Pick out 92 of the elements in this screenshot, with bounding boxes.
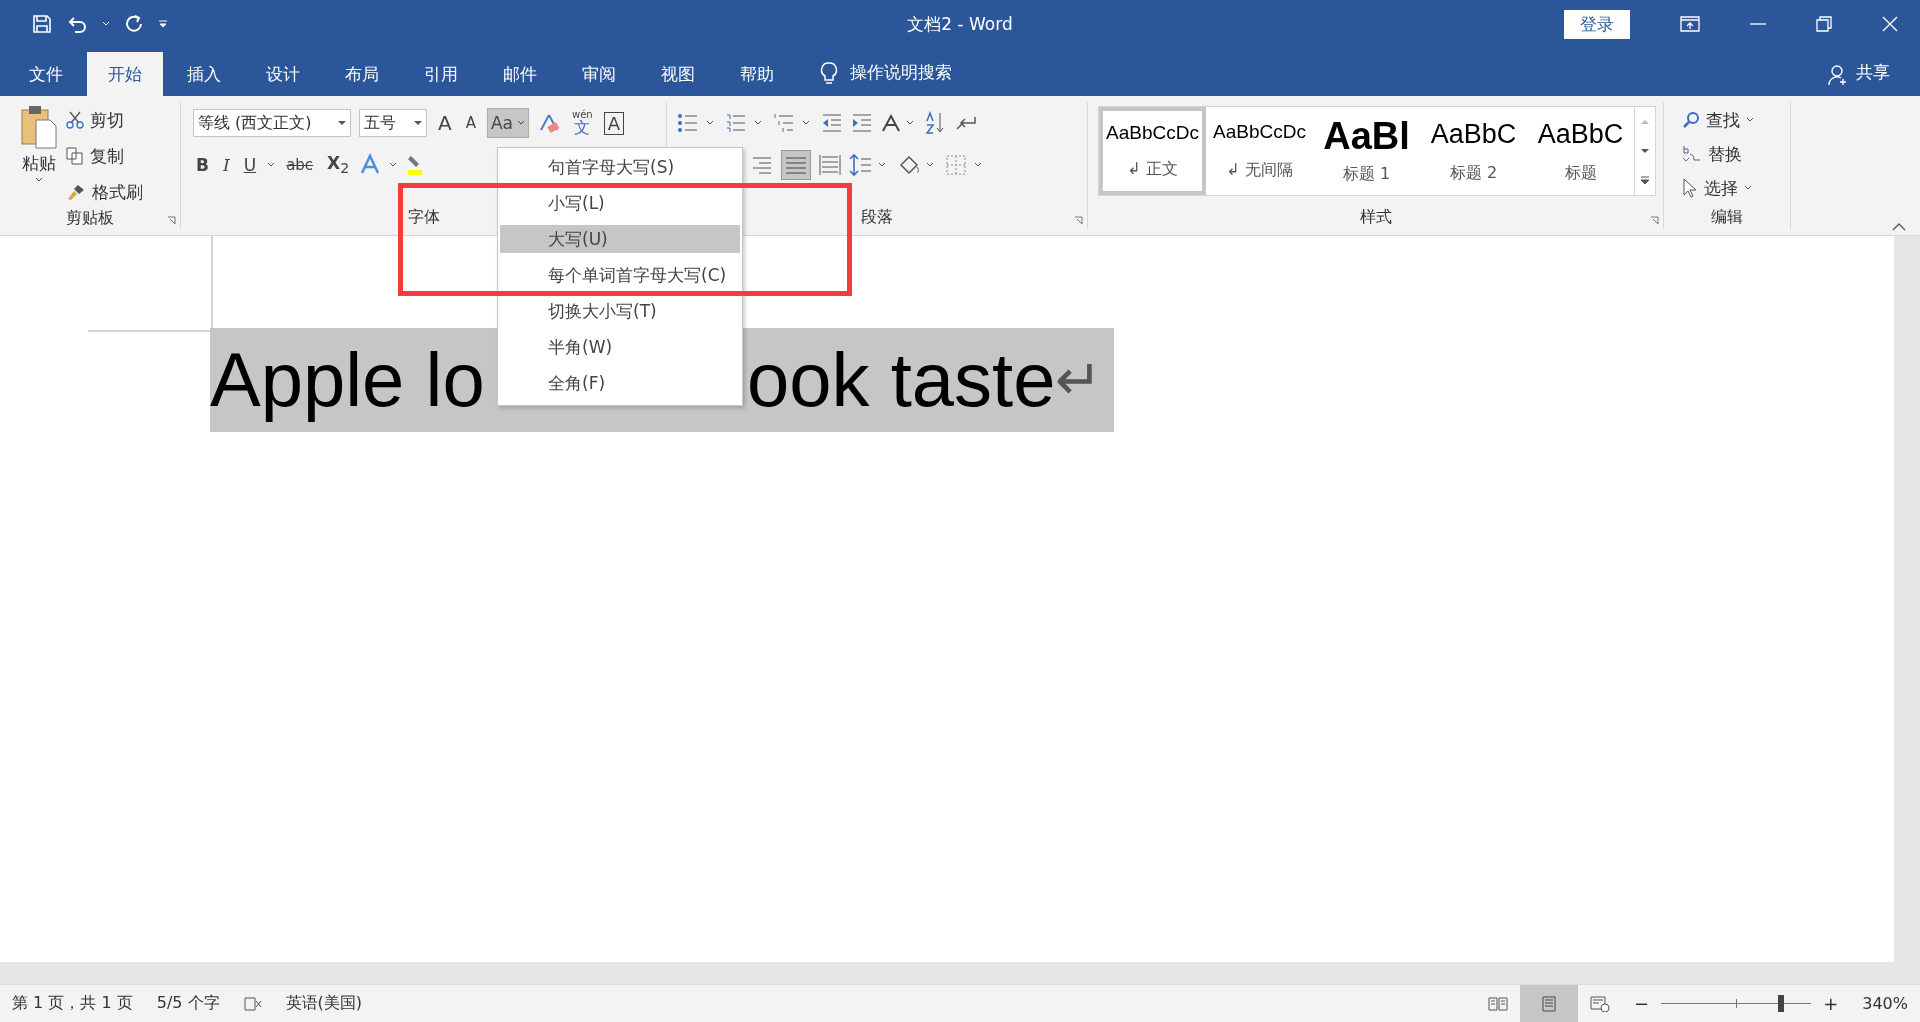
ribbon-tab[interactable]: 插入 xyxy=(166,52,242,96)
replace-icon xyxy=(1682,144,1702,164)
menu-item[interactable]: 小写(L) xyxy=(500,189,740,217)
ribbon-tab[interactable]: 开始 xyxy=(87,52,163,96)
restore-icon[interactable] xyxy=(1816,16,1832,32)
caret-icon xyxy=(35,177,43,183)
redo-icon[interactable] xyxy=(124,14,144,34)
dropdown-arrow-icon xyxy=(338,120,346,126)
strikethrough-button[interactable]: abc xyxy=(283,156,317,174)
tell-me-search[interactable]: 操作说明搜索 xyxy=(850,61,952,84)
ribbon-tab[interactable]: 设计 xyxy=(245,52,321,96)
ribbon-tab[interactable]: 布局 xyxy=(324,52,400,96)
bold-button[interactable]: B xyxy=(193,155,212,175)
dialog-launcher-icon[interactable] xyxy=(1650,216,1659,225)
ribbon-tab[interactable]: 引用 xyxy=(403,52,479,96)
shrink-font-button[interactable]: A xyxy=(462,114,479,132)
caret-icon[interactable] xyxy=(1746,117,1754,123)
undo-icon[interactable] xyxy=(66,14,88,34)
proofing-icon[interactable] xyxy=(243,995,262,1012)
lightbulb-icon xyxy=(820,62,838,86)
subscript-button[interactable]: X$_{2}$ xyxy=(324,153,353,177)
copy-button[interactable]: 复制 xyxy=(90,144,124,168)
group-label: 样式 xyxy=(1359,206,1392,228)
group-label: 剪贴板 xyxy=(66,208,114,229)
zoom-slider[interactable] xyxy=(1778,995,1785,1012)
decrease-indent-icon[interactable] xyxy=(821,113,843,133)
cut-button[interactable]: 剪切 xyxy=(90,108,124,132)
group-label: 编辑 xyxy=(1711,206,1743,228)
underline-button[interactable]: U xyxy=(240,155,260,175)
group-label: 段落 xyxy=(861,206,893,228)
font-name-dropdown[interactable]: 等线 (西文正文) xyxy=(193,109,351,137)
cursor-icon xyxy=(1682,178,1698,198)
dialog-launcher-icon[interactable] xyxy=(1074,216,1083,225)
zoom-in-button[interactable]: + xyxy=(1823,993,1839,1014)
close-icon[interactable] xyxy=(1882,16,1898,32)
paragraph-mark: ↵ xyxy=(1055,347,1104,413)
caret-icon xyxy=(517,120,525,126)
menu-item[interactable]: 半角(W) xyxy=(500,333,740,361)
ribbon-display-icon[interactable] xyxy=(1680,16,1700,32)
find-button[interactable]: 查找 xyxy=(1706,108,1740,132)
menu-item[interactable]: 切换大小写(T) xyxy=(500,297,740,325)
menu-item[interactable]: 全角(F) xyxy=(500,369,740,397)
zoom-level[interactable]: 340% xyxy=(1862,994,1908,1013)
ribbon-tab[interactable]: 视图 xyxy=(640,52,716,96)
ribbon-tab[interactable]: 帮助 xyxy=(719,52,795,96)
share-button[interactable]: 共享 xyxy=(1856,61,1890,84)
zoom-out-button[interactable]: − xyxy=(1634,993,1650,1014)
web-layout-icon[interactable] xyxy=(1590,995,1611,1012)
select-button[interactable]: 选择 xyxy=(1704,176,1738,200)
search-icon xyxy=(1682,111,1700,129)
menu-item[interactable]: 句首字母大写(S) xyxy=(500,153,740,181)
language-status[interactable]: 英语(美国) xyxy=(285,993,363,1014)
ribbon-tab[interactable]: 文件 xyxy=(8,52,84,96)
document-text: Apple lo xyxy=(210,336,485,424)
group-label: 字体 xyxy=(407,206,440,228)
scissors-icon xyxy=(66,111,84,129)
italic-button[interactable]: I xyxy=(219,155,233,175)
window-title: 文档2 - Word xyxy=(907,12,1013,36)
page-count[interactable]: 第 1 页，共 1 页 xyxy=(12,993,133,1014)
person-icon xyxy=(1828,64,1848,86)
replace-button[interactable]: 替换 xyxy=(1708,142,1742,166)
vertical-scrollbar[interactable] xyxy=(1894,236,1920,962)
paintbrush-icon xyxy=(66,183,86,201)
caret-icon[interactable] xyxy=(1744,185,1752,191)
grow-font-button[interactable]: A xyxy=(435,111,455,135)
page-icon xyxy=(1541,995,1558,1012)
dialog-launcher-icon[interactable] xyxy=(167,216,176,225)
phonetic-guide-button[interactable]: wén 文 xyxy=(569,110,596,136)
login-button[interactable]: 登录 xyxy=(1564,9,1630,39)
paste-button[interactable]: 粘贴 xyxy=(20,104,58,208)
word-count[interactable]: 5/5 个字 xyxy=(156,993,220,1014)
ribbon-tab[interactable]: 审阅 xyxy=(561,52,637,96)
document-text: ook taste xyxy=(747,336,1056,424)
menu-item[interactable]: 大写(U) xyxy=(500,225,740,253)
caret-icon[interactable] xyxy=(267,162,276,168)
format-painter-button[interactable]: 格式刷 xyxy=(92,180,143,204)
change-case-button[interactable]: Aa xyxy=(486,108,529,138)
eraser-icon[interactable] xyxy=(537,112,561,134)
menu-item[interactable]: 每个单词首字母大写(C) xyxy=(500,261,740,289)
save-icon[interactable] xyxy=(32,14,52,34)
highlight-icon[interactable] xyxy=(408,153,423,177)
copy-icon xyxy=(66,147,84,165)
clipboard-icon xyxy=(20,104,58,150)
style-option[interactable]: AaBbCcDc ↲ 正文 xyxy=(1099,107,1206,195)
character-border-button[interactable]: A xyxy=(603,111,624,135)
ribbon-tab[interactable]: 邮件 xyxy=(482,52,558,96)
read-mode-icon[interactable] xyxy=(1488,995,1509,1012)
customize-icon[interactable] xyxy=(158,20,168,28)
font-size-dropdown[interactable]: 五号 xyxy=(359,109,427,137)
dropdown-arrow-icon xyxy=(414,120,422,126)
increase-indent-icon[interactable] xyxy=(851,113,873,133)
collapse-ribbon-icon[interactable] xyxy=(1892,223,1906,231)
